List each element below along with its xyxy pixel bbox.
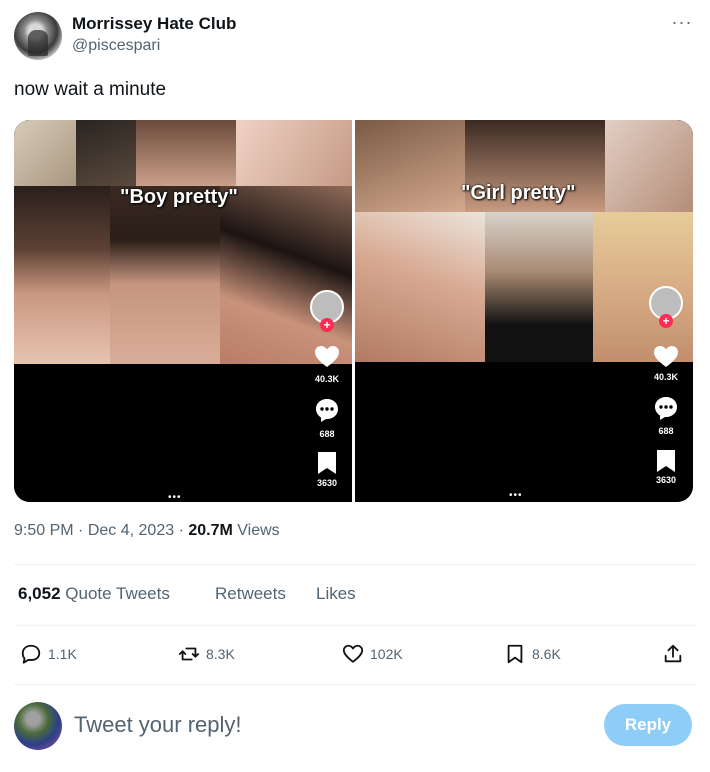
author-name[interactable]: Morrissey Hate Club (72, 14, 236, 34)
likes-count: 40.3K (653, 372, 679, 382)
comment-icon[interactable] (302, 398, 352, 427)
retweet-count: 8.3K (206, 646, 235, 662)
tweet-time[interactable]: 9:50 PM (14, 522, 74, 539)
saves-count: 3630 (655, 475, 677, 485)
media-image-right[interactable]: "Girl pretty" + 40.3K 688 3630 ••• (355, 120, 693, 502)
like-button[interactable]: 102K (342, 636, 403, 672)
reply-icon (21, 644, 41, 664)
quote-count: 6,052 (18, 584, 61, 603)
more-horizontal-icon[interactable]: ··· (668, 12, 696, 36)
quote-label: Quote Tweets (65, 584, 170, 603)
tweet-text: now wait a minute (14, 79, 167, 100)
retweets-link[interactable]: Retweets (215, 584, 286, 604)
bookmark-icon[interactable] (302, 452, 352, 479)
heart-outline-icon (342, 644, 364, 663)
follow-plus-icon[interactable]: + (320, 318, 334, 332)
meta-separator: · (78, 522, 88, 539)
comments-count: 688 (658, 426, 674, 436)
views-label: Views (237, 522, 280, 539)
carousel-dots: ••• (509, 490, 523, 501)
retweet-button[interactable]: 8.3K (178, 636, 235, 672)
caption-boy-pretty: "Boy pretty" (120, 186, 238, 208)
heart-icon[interactable] (641, 346, 691, 373)
views-count: 20.7M (188, 522, 233, 539)
divider (14, 625, 696, 626)
reply-button[interactable]: 1.1K (20, 636, 77, 672)
caption-girl-pretty: "Girl pretty" (461, 182, 576, 204)
share-button[interactable] (662, 636, 690, 672)
likes-link[interactable]: Likes (316, 584, 356, 604)
tweet-meta: 9:50 PM · Dec 4, 2023 · 20.7M Views (14, 522, 280, 540)
likes-count: 40.3K (314, 374, 340, 384)
reply-input[interactable]: Tweet your reply! (74, 712, 242, 738)
bookmark-count: 8.6K (532, 646, 561, 662)
comments-count: 688 (319, 429, 335, 439)
author-avatar[interactable] (14, 12, 62, 60)
quote-tweets-link[interactable]: 6,052 Quote Tweets (18, 584, 170, 604)
media-image-left[interactable]: "Boy pretty" + 40.3K 688 3630 ••• (14, 120, 352, 502)
meta-separator: · (178, 522, 189, 539)
retweet-icon (178, 647, 200, 661)
saves-count: 3630 (316, 478, 338, 488)
bookmark-outline-icon (507, 644, 523, 664)
tweet-media[interactable]: "Boy pretty" + 40.3K 688 3630 ••• "Girl … (14, 120, 693, 502)
reply-count: 1.1K (48, 646, 77, 662)
reply-composer: Tweet your reply! Reply (14, 700, 696, 756)
bookmark-button[interactable]: 8.6K (504, 636, 561, 672)
follow-plus-icon[interactable]: + (659, 314, 673, 328)
reply-submit-button[interactable]: Reply (604, 704, 692, 746)
bookmark-icon[interactable] (641, 450, 691, 477)
tweet-header: Morrissey Hate Club @piscespari ··· (14, 10, 696, 62)
author-handle[interactable]: @piscespari (72, 37, 160, 55)
divider (14, 684, 696, 685)
tweet-date[interactable]: Dec 4, 2023 (88, 522, 174, 539)
tweet-actions: 1.1K 8.3K 102K 8.6K (14, 636, 696, 672)
divider (14, 564, 696, 565)
user-avatar[interactable] (14, 702, 62, 750)
share-icon (664, 644, 682, 663)
like-count: 102K (370, 646, 403, 662)
comment-icon[interactable] (641, 396, 691, 425)
heart-icon[interactable] (302, 346, 352, 373)
carousel-dots: ••• (168, 492, 182, 502)
